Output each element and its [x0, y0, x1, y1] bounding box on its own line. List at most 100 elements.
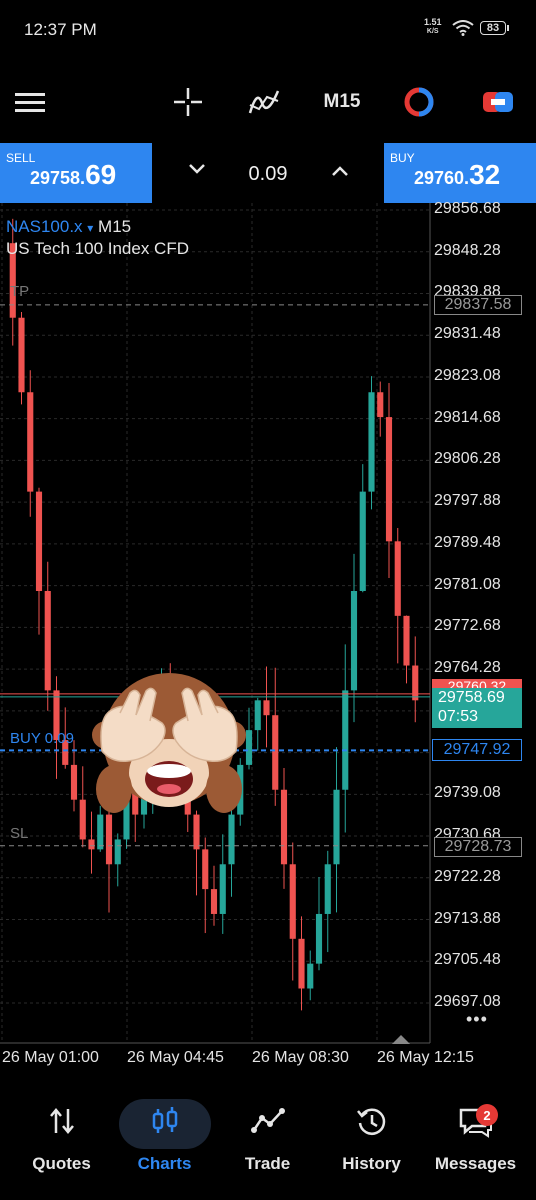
candle-body	[254, 700, 261, 731]
sell-price-big: 69	[85, 159, 117, 190]
candle-body	[412, 665, 419, 701]
time-label: 26 May 08:30	[252, 1049, 349, 1066]
candle-body	[280, 789, 288, 865]
price-axis-label: 29705.48	[434, 951, 501, 969]
candle-body	[359, 491, 366, 591]
candle-body	[324, 864, 331, 914]
indicators-icon	[248, 90, 280, 114]
price-axis-label: 29848.28	[434, 241, 501, 259]
candle-body	[35, 491, 43, 591]
volume-control: 0.09	[152, 143, 384, 203]
volume-value[interactable]: 0.09	[152, 163, 384, 186]
time-label: 26 May 12:15	[377, 1049, 474, 1066]
buy-price: 29760.32	[414, 159, 500, 191]
volume-increase-icon[interactable]	[331, 165, 349, 177]
network-speed: 1.51 K/S	[424, 18, 442, 36]
candle-body	[298, 938, 305, 989]
tp-price-box: 29837.58	[434, 295, 522, 315]
color-icon	[404, 87, 434, 117]
nav-label: Quotes	[32, 1154, 91, 1173]
buy-position-label[interactable]: BUY 0.09	[10, 730, 74, 747]
sell-price: 29758.69	[30, 159, 116, 191]
candle-body	[368, 392, 375, 492]
trade-icon	[250, 1108, 285, 1133]
nav-history[interactable]: History	[318, 1088, 425, 1200]
candle-body	[394, 541, 401, 616]
menu-icon	[15, 93, 45, 112]
crosshair-button[interactable]	[168, 82, 208, 122]
candle-body	[70, 764, 78, 800]
sell-button[interactable]: SELL 29758.69	[0, 143, 152, 203]
price-axis-label: 29806.28	[434, 450, 501, 468]
objects-button[interactable]	[478, 82, 518, 122]
candle-body	[219, 864, 226, 914]
candle-body	[18, 317, 25, 393]
timeframe-button[interactable]: M15	[322, 82, 362, 122]
net-speed-unit: K/S	[426, 28, 439, 35]
wifi-icon	[452, 20, 474, 36]
messages-badge: 2	[476, 1104, 498, 1126]
sl-label: SL	[10, 825, 29, 842]
candle-body	[210, 889, 218, 914]
candle-body	[342, 690, 349, 790]
price-axis-label: 29713.88	[434, 909, 501, 927]
price-axis-label: 29831.48	[434, 325, 501, 343]
buy-price-box: 29747.92	[432, 739, 522, 761]
candle-body	[44, 590, 51, 691]
candle-body	[385, 417, 393, 542]
buy-label: BUY	[390, 151, 415, 165]
price-chart[interactable]: 29856.68 29848.28 29839.88 29831.48 29823.08…	[0, 200, 536, 1073]
objects-icon	[483, 92, 513, 112]
candle-body	[88, 839, 95, 850]
bid-price: 29758.69	[438, 689, 505, 706]
time-label: 26 May 04:45	[127, 1049, 224, 1066]
nav-label: Messages	[434, 1154, 517, 1173]
candle-body	[114, 839, 121, 865]
color-button[interactable]	[399, 82, 439, 122]
battery-cap	[507, 25, 509, 31]
nav-label: History	[342, 1154, 401, 1173]
price-axis-label: 29781.08	[434, 575, 501, 593]
candle-body	[263, 700, 270, 716]
crosshair-icon	[174, 88, 202, 116]
indicators-button[interactable]	[244, 82, 284, 122]
menu-button[interactable]	[12, 82, 48, 122]
candle-body	[377, 392, 384, 418]
buy-price-big: 32	[469, 159, 501, 190]
price-axis-label: 29823.08	[434, 366, 501, 384]
price-axis-label: 29764.28	[434, 659, 501, 677]
candle-body	[245, 730, 253, 765]
bid-price-box: 29758.69 07:53	[432, 688, 522, 728]
nav-trade[interactable]: Trade	[214, 1088, 321, 1200]
candle-body	[289, 864, 296, 939]
nav-charts[interactable]: Charts	[111, 1088, 218, 1200]
scroll-to-end-icon[interactable]	[390, 1033, 412, 1045]
candle-body	[307, 963, 314, 989]
nav-messages[interactable]: Messages	[422, 1088, 529, 1200]
more-options-icon[interactable]: •••	[466, 1009, 488, 1030]
tp-label: TP	[10, 283, 30, 300]
time-label: 26 May 01:00	[2, 1049, 99, 1066]
nav-label: Trade	[244, 1154, 291, 1173]
candle-body	[202, 849, 209, 890]
status-bar: 12:37 PM 1.51 K/S 83	[0, 0, 536, 60]
price-axis-label: 29722.28	[434, 867, 501, 885]
buy-price-main: 29760.	[414, 168, 470, 188]
battery-icon: 83	[480, 21, 506, 35]
see-no-evil-monkey-icon	[92, 673, 246, 813]
nav-quotes[interactable]: Quotes	[8, 1088, 115, 1200]
sell-price-main: 29758.	[30, 168, 86, 188]
chart-timeframe: M15	[98, 217, 132, 236]
price-axis-label: 29772.68	[434, 617, 501, 635]
candle-body	[333, 789, 340, 865]
buy-button[interactable]: BUY 29760.32	[384, 143, 536, 203]
candle-body	[272, 715, 279, 790]
symbol-dropdown-icon[interactable]: ▾	[87, 221, 93, 235]
chart-symbol[interactable]: NAS100.x	[6, 217, 83, 236]
price-axis-label: 29739.08	[434, 784, 501, 802]
net-speed-value: 1.51	[424, 17, 442, 27]
candle-body	[27, 392, 34, 492]
charts-icon	[152, 1107, 177, 1133]
price-axis-label: 29797.88	[434, 492, 501, 510]
price-axis-label: 29789.48	[434, 533, 501, 551]
